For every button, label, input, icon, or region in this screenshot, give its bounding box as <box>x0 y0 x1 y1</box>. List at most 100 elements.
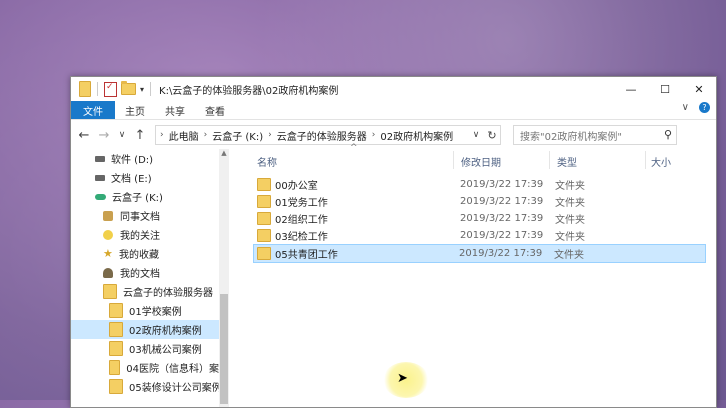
file-row[interactable]: 00办公室 2019/3/22 17:39 文件夹 <box>255 176 706 193</box>
folder-icon <box>257 212 271 225</box>
sidebar-item-label: 同事文档 <box>120 212 160 223</box>
folder-icon <box>109 303 123 318</box>
file-modified: 2019/3/22 17:39 <box>460 213 544 224</box>
file-list-pane: ^ 名称 修改日期 类型 大小 00办公室 2019/3/22 17:39 文件… <box>229 143 716 407</box>
file-rows: 00办公室 2019/3/22 17:39 文件夹 01党务工作 2019/3/… <box>253 176 706 263</box>
sidebar-item-hospital-cases[interactable]: 04医院（信息科）案例 <box>71 358 229 377</box>
file-modified: 2019/3/22 17:39 <box>459 248 543 259</box>
breadcrumb-server[interactable]: 云盒子的体验服务器 <box>277 128 367 143</box>
column-header-type[interactable]: 类型 <box>557 154 577 169</box>
breadcrumb-this-pc[interactable]: 此电脑 <box>169 128 199 143</box>
close-button[interactable]: ✕ <box>682 77 716 101</box>
file-name: 05共青团工作 <box>275 250 338 261</box>
scrollbar-thumb[interactable] <box>220 294 228 404</box>
drive-icon <box>95 174 105 181</box>
window-title: K:\云盒子的体验服务器\02政府机构案例 <box>159 85 339 97</box>
column-header-size[interactable]: 大小 <box>651 154 671 169</box>
drive-icon <box>95 155 105 162</box>
sidebar-item-label: 我的收藏 <box>119 250 159 261</box>
folder-icon <box>79 81 91 97</box>
address-dropdown-icon[interactable]: ∨ <box>468 130 484 140</box>
folder-icon <box>109 322 123 337</box>
sidebar-item-drive-e[interactable]: 文档 (E:) <box>71 168 229 187</box>
column-divider[interactable] <box>645 151 646 169</box>
tab-share[interactable]: 共享 <box>155 101 195 119</box>
tab-home[interactable]: 主页 <box>115 101 155 119</box>
sidebar-item-school-cases[interactable]: 01学校案例 <box>71 301 229 320</box>
divider <box>97 82 98 96</box>
window-controls: — ☐ ✕ <box>614 77 716 101</box>
column-divider[interactable] <box>549 151 550 169</box>
ribbon-right-controls: ∨ ? <box>682 102 710 113</box>
sidebar-item-my-documents[interactable]: 我的文档 <box>71 263 229 282</box>
sidebar-item-label: 01学校案例 <box>129 307 182 318</box>
sidebar-item-drive-k[interactable]: 云盒子 (K:) <box>71 187 229 206</box>
column-header-modified[interactable]: 修改日期 <box>461 154 501 169</box>
column-header-name[interactable]: 名称 <box>257 154 277 169</box>
file-modified: 2019/3/22 17:39 <box>460 179 544 190</box>
title-bar: ▾ K:\云盒子的体验服务器\02政府机构案例 — ☐ ✕ <box>71 77 716 101</box>
folder-icon <box>109 379 123 394</box>
back-arrow-icon[interactable]: ← <box>77 128 91 143</box>
sidebar-item-drive-d[interactable]: 软件 (D:) <box>71 149 229 168</box>
properties-icon[interactable] <box>104 81 117 97</box>
file-row[interactable]: 01党务工作 2019/3/22 17:39 文件夹 <box>255 193 706 210</box>
star-icon: ★ <box>103 247 113 260</box>
sidebar-item-label: 02政府机构案例 <box>129 326 202 337</box>
sidebar-item-decoration-cases[interactable]: 05装修设计公司案例 <box>71 377 229 396</box>
sidebar-item-label: 03机械公司案例 <box>129 345 202 356</box>
folder-icon <box>257 178 271 191</box>
search-icon: ⚲ <box>663 128 672 141</box>
help-icon[interactable]: ? <box>699 102 710 113</box>
expand-ribbon-icon[interactable]: ∨ <box>682 102 689 113</box>
sidebar-item-label: 云盒子 (K:) <box>112 193 163 204</box>
person-icon <box>103 267 113 278</box>
up-arrow-icon[interactable]: ↑ <box>133 128 147 143</box>
ribbon-tabs: 文件 主页 共享 查看 ∨ ? <box>71 101 716 120</box>
chevron-right-icon: › <box>160 130 164 140</box>
folder-icon <box>103 284 117 299</box>
chevron-right-icon: › <box>203 130 208 140</box>
folder-icon <box>109 360 121 375</box>
chevron-right-icon: › <box>268 130 272 140</box>
tab-view[interactable]: 查看 <box>195 101 235 119</box>
column-divider[interactable] <box>453 151 454 169</box>
chevron-right-icon: › <box>371 130 376 140</box>
sidebar-scrollbar[interactable]: ▲ <box>219 149 229 407</box>
breadcrumb-current[interactable]: 02政府机构案例 <box>380 128 453 143</box>
folder-icon <box>257 229 271 242</box>
address-bar[interactable]: › 此电脑 › 云盒子 (K:) › 云盒子的体验服务器 › 02政府机构案例 … <box>155 125 501 145</box>
folder-icon <box>257 195 271 208</box>
file-type: 文件夹 <box>555 215 585 226</box>
file-row[interactable]: 03纪检工作 2019/3/22 17:39 文件夹 <box>255 227 706 244</box>
minimize-button[interactable]: — <box>614 77 648 101</box>
sidebar-item-label: 05装修设计公司案例 <box>129 383 222 394</box>
maximize-button[interactable]: ☐ <box>648 77 682 101</box>
folder-icon <box>257 247 271 260</box>
new-folder-icon[interactable] <box>121 81 136 95</box>
scroll-up-icon[interactable]: ▲ <box>219 149 229 157</box>
sidebar-item-label: 我的文档 <box>120 269 160 280</box>
sort-ascending-icon: ^ <box>350 143 358 153</box>
search-input[interactable]: 搜索"02政府机构案例" ⚲ <box>513 125 677 145</box>
forward-arrow-icon[interactable]: → <box>97 128 111 143</box>
sidebar-item-experience-server[interactable]: 云盒子的体验服务器 <box>71 282 229 301</box>
file-row-selected[interactable]: 05共青团工作 2019/3/22 17:39 文件夹 <box>253 244 706 263</box>
sidebar-item-colleague-docs[interactable]: 同事文档 <box>71 206 229 225</box>
cloud-drive-icon <box>95 193 106 200</box>
sidebar-item-label: 软件 (D:) <box>111 155 154 166</box>
sidebar-item-my-follows[interactable]: 我的关注 <box>71 225 229 244</box>
file-row[interactable]: 02组织工作 2019/3/22 17:39 文件夹 <box>255 210 706 227</box>
tab-file[interactable]: 文件 <box>71 101 115 119</box>
file-name: 00办公室 <box>275 181 318 192</box>
refresh-icon[interactable]: ↻ <box>484 129 500 142</box>
customize-toolbar-dropdown[interactable]: ▾ <box>140 85 144 94</box>
sidebar-item-my-favorites[interactable]: ★ 我的收藏 <box>71 244 229 263</box>
bulb-icon <box>103 229 113 240</box>
sidebar-item-machinery-cases[interactable]: 03机械公司案例 <box>71 339 229 358</box>
file-name: 02组织工作 <box>275 215 328 226</box>
breadcrumb-cloud-drive[interactable]: 云盒子 (K:) <box>212 128 263 143</box>
sidebar-item-government-cases[interactable]: 02政府机构案例 <box>71 320 229 339</box>
recent-locations-icon[interactable]: ∨ <box>117 130 127 140</box>
sidebar-item-label: 云盒子的体验服务器 <box>123 288 213 299</box>
